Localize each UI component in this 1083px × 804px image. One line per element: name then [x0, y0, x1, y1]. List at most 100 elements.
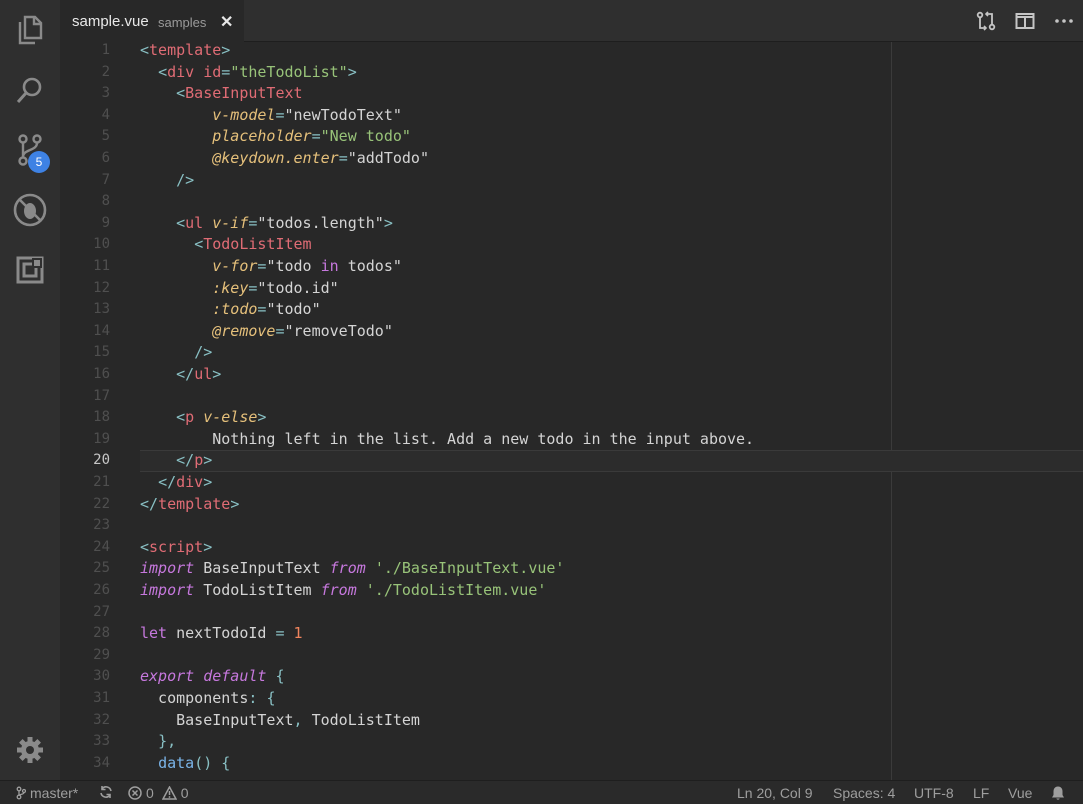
notifications-bell-icon[interactable]	[1050, 785, 1066, 801]
line-number: 32	[93, 711, 110, 728]
code-line[interactable]: 7 />	[60, 170, 1083, 192]
code-token: './BaseInputText.vue'	[374, 559, 565, 578]
code-editor[interactable]: 1 <template> 2 <div id="theTodoList"> 3 <Ba…	[60, 42, 1083, 780]
code-line[interactable]: 25 import BaseInputText from './BaseInput…	[60, 558, 1083, 580]
code-line[interactable]: 22 </template>	[60, 494, 1083, 516]
code-line[interactable]: 5 placeholder="New todo"	[60, 126, 1083, 148]
line-number: 17	[93, 387, 110, 404]
line-content: v-for="todo in todos"	[140, 256, 402, 278]
line-number: 31	[93, 690, 110, 706]
code-line[interactable]: 11 v-for="todo in todos"	[60, 256, 1083, 278]
code-line[interactable]: 29	[60, 645, 1083, 667]
branch-indicator[interactable]: master*	[16, 785, 78, 801]
line-content: let nextTodoId = 1	[140, 623, 303, 645]
code-token: <	[140, 537, 150, 556]
line-content: <div id="theTodoList">	[140, 62, 357, 84]
code-line[interactable]: 32 BaseInputText, TodoListItem	[60, 710, 1083, 732]
source-control-icon[interactable]	[0, 120, 60, 180]
code-line[interactable]: 24 <script>	[60, 537, 1083, 559]
code-line[interactable]: 20 </p>	[60, 450, 1083, 472]
code-token: in	[320, 257, 339, 275]
code-token: <	[158, 62, 168, 81]
code-token: div	[176, 473, 204, 491]
close-tab-icon[interactable]: ✕	[220, 12, 233, 32]
code-token: {	[275, 667, 285, 686]
code-line[interactable]: 16 </ul>	[60, 364, 1083, 386]
code-token: =	[338, 149, 348, 167]
code-line[interactable]: 12 :key="todo.id"	[60, 278, 1083, 300]
encoding-label: UTF-8	[914, 785, 954, 801]
code-token: >	[347, 62, 357, 81]
problems-indicator[interactable]: 0 0	[128, 785, 189, 801]
line-ending-label: LF	[973, 785, 990, 801]
settings-gear-icon[interactable]	[0, 720, 60, 780]
tab-filename: sample.vue	[72, 13, 149, 30]
code-line[interactable]: 18 <p v-else>	[60, 407, 1083, 429]
code-token: />	[176, 170, 195, 189]
code-token: "New todo"	[320, 127, 411, 146]
tab-bar: sample.vue samples ✕	[60, 0, 1083, 42]
code-line[interactable]: 21 </div>	[60, 472, 1083, 494]
debug-icon[interactable]	[0, 180, 60, 240]
cursor-position[interactable]: Ln 20, Col 9	[737, 785, 813, 801]
line-content: :key="todo.id"	[140, 278, 338, 300]
code-line[interactable]: 14 @remove="removeTodo"	[60, 321, 1083, 343]
line-number: 14	[93, 322, 110, 339]
code-token: =	[221, 62, 231, 81]
code-token: default	[203, 667, 267, 686]
code-token: >	[383, 213, 393, 232]
code-line[interactable]: 31 components: {	[60, 688, 1083, 710]
code-token: :todo	[212, 300, 258, 319]
error-count: 0	[146, 785, 154, 801]
code-line[interactable]: 26 import TodoListItem from './TodoListIt…	[60, 580, 1083, 602]
line-number: 1	[101, 42, 110, 58]
code-line[interactable]: 33 },	[60, 731, 1083, 753]
code-line[interactable]: 19 Nothing left in the list. Add a new t…	[60, 429, 1083, 451]
code-line[interactable]: 3 <BaseInputText	[60, 83, 1083, 105]
code-token: id	[203, 62, 222, 81]
code-token: />	[194, 343, 213, 362]
cursor-position-label: Ln 20, Col 9	[737, 785, 813, 801]
code-line[interactable]: 2 <div id="theTodoList">	[60, 62, 1083, 84]
indentation[interactable]: Spaces: 4	[833, 785, 895, 801]
code-line[interactable]: 6 @keydown.enter="addTodo"	[60, 148, 1083, 170]
code-line[interactable]: 34 data() {	[60, 753, 1083, 775]
code-token: "newTodoText"	[284, 105, 402, 124]
code-line[interactable]: 1 <template>	[60, 42, 1083, 62]
code-token: import	[140, 581, 195, 599]
code-line[interactable]: 28 let nextTodoId = 1	[60, 623, 1083, 645]
line-content: <script>	[140, 537, 212, 559]
explorer-icon[interactable]	[0, 0, 60, 60]
activity-bar: 5	[0, 0, 60, 780]
code-line[interactable]: 8	[60, 191, 1083, 213]
code-line[interactable]: 10 <TodoListItem	[60, 234, 1083, 256]
sync-icon[interactable]	[99, 785, 113, 799]
more-actions-icon[interactable]	[1053, 10, 1075, 32]
code-line[interactable]: 30 export default {	[60, 666, 1083, 688]
line-number: 23	[93, 517, 110, 534]
encoding[interactable]: UTF-8	[914, 785, 954, 801]
code-line[interactable]: 9 <ul v-if="todos.length">	[60, 213, 1083, 235]
editor-tab[interactable]: sample.vue samples ✕	[60, 0, 244, 42]
code-line[interactable]: 4 v-model="newTodoText"	[60, 105, 1083, 127]
split-editor-icon[interactable]	[1014, 10, 1036, 32]
code-token: 1	[293, 624, 303, 643]
language-mode[interactable]: Vue	[1008, 785, 1032, 801]
search-icon[interactable]	[0, 60, 60, 120]
code-line[interactable]: 23	[60, 515, 1083, 537]
code-line[interactable]: 17	[60, 386, 1083, 408]
line-number: 28	[93, 625, 110, 642]
open-changes-icon[interactable]	[975, 10, 997, 32]
warning-icon	[161, 786, 177, 800]
line-content: BaseInputText, TodoListItem	[140, 710, 420, 732]
code-line[interactable]: 13 :todo="todo"	[60, 299, 1083, 321]
code-line[interactable]: 27	[60, 602, 1083, 624]
extensions-icon[interactable]	[0, 240, 60, 300]
code-line[interactable]: 15 />	[60, 342, 1083, 364]
line-ending[interactable]: LF	[973, 785, 989, 801]
